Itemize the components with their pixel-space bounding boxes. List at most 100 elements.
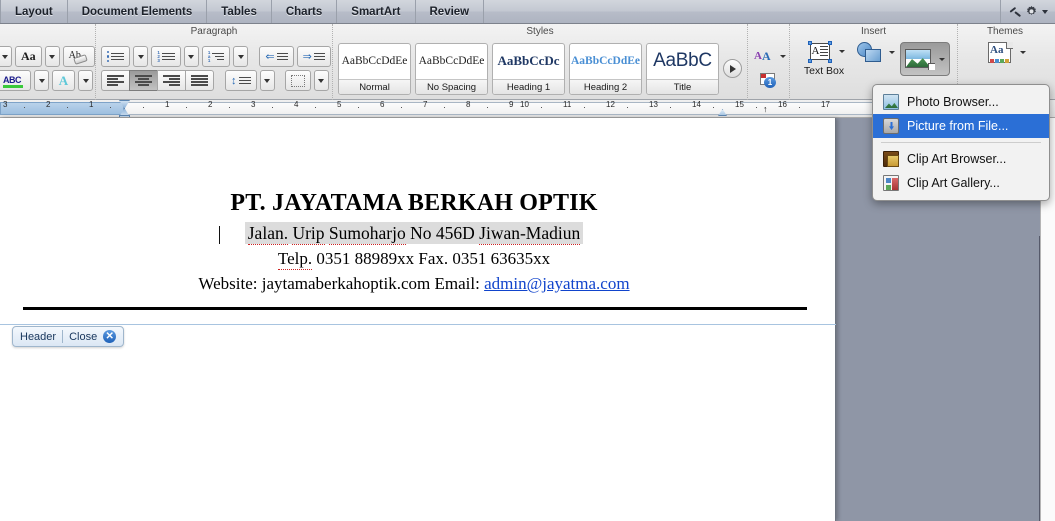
tab-review[interactable]: Review [416, 0, 485, 23]
ruler-tick: 17 [821, 100, 830, 109]
text-highlight-caret-button[interactable] [34, 70, 49, 91]
close-circle-icon[interactable]: ✕ [103, 330, 117, 343]
header-footer-toolbar[interactable]: Header Close ✕ [12, 326, 125, 347]
ruler-tick: 15 [735, 100, 744, 109]
themes-button[interactable]: Aa [984, 41, 1017, 63]
style-no-spacing[interactable]: AaBbCcDdEе No Spacing [415, 42, 488, 95]
ruler-tick: 7 [423, 100, 428, 109]
ruler-tick: 2 [46, 100, 51, 109]
menu-item-label: Clip Art Browser... [907, 152, 1007, 166]
wordart-button[interactable]: A A [751, 46, 777, 67]
email-hyperlink[interactable]: admin@jayatma.com [484, 274, 629, 293]
gear-dropdown-caret-icon[interactable] [1042, 9, 1048, 14]
style-normal[interactable]: AaBbCcDdEе Normal [338, 42, 411, 95]
tab-label: Document Elements [81, 5, 193, 18]
align-center-icon [135, 74, 152, 87]
menu-item-picture-from-file[interactable]: Picture from File... [873, 114, 1049, 138]
menu-item-clip-art-gallery[interactable]: Clip Art Gallery... [873, 171, 1049, 195]
insert-shape-button[interactable] [853, 42, 886, 63]
tab-layout[interactable]: Layout [0, 0, 68, 23]
tab-document-elements[interactable]: Document Elements [68, 0, 208, 23]
numbered-list-button[interactable]: 123 [151, 46, 181, 67]
multilevel-list-caret-button[interactable] [233, 46, 249, 67]
menu-item-label: Clip Art Gallery... [907, 176, 1000, 190]
style-heading-2[interactable]: AaBbCcDdEе Heading 2 [569, 42, 642, 95]
ruler-left-margin-band [0, 102, 124, 115]
font-color-caret-button[interactable] [78, 70, 93, 91]
tab-bar-spacer [484, 0, 1001, 23]
tab-charts[interactable]: Charts [272, 0, 338, 23]
line-spacing-caret-button[interactable] [259, 70, 275, 91]
borders-button[interactable] [284, 70, 311, 91]
gear-icon[interactable] [1025, 5, 1038, 18]
style-heading-1[interactable]: AaBbCcDс Heading 1 [492, 42, 565, 95]
ruler-tick: 1 [89, 100, 94, 109]
increase-indent-button[interactable]: ⇒ [296, 46, 331, 67]
picture-insert-menu[interactable]: Photo Browser... Picture from File... Cl… [872, 84, 1050, 201]
font-color-button[interactable]: A [52, 70, 75, 91]
address-part: Urip [292, 223, 325, 245]
chevron-right-icon [730, 64, 736, 73]
borders-caret-button[interactable] [313, 70, 329, 91]
chevron-up-icon[interactable] [1010, 7, 1021, 16]
group-title-font [0, 24, 95, 37]
ruler-tick: 8 [466, 100, 471, 109]
ruler-tab-stop-marker[interactable]: ↑ [763, 104, 768, 114]
group-title-paragraph: Paragraph [190, 26, 238, 37]
insert-text-box-button[interactable]: A [804, 40, 836, 63]
themes-caret-icon[interactable] [1020, 51, 1026, 54]
shapes-caret-icon[interactable] [889, 51, 895, 54]
font-size-caret-button[interactable] [0, 46, 12, 67]
change-case-caret-button[interactable] [44, 46, 60, 67]
insert-picture-button[interactable] [900, 42, 950, 76]
header-horizontal-rule [23, 307, 807, 310]
ruler-tick: 3 [251, 100, 256, 109]
telp-label: Telp. [277, 249, 313, 270]
menu-item-clip-art-browser[interactable]: Clip Art Browser... [873, 147, 1049, 171]
shapes-icon [856, 41, 883, 64]
text-insertion-caret [219, 226, 220, 244]
tab-label: Charts [285, 5, 323, 18]
tab-bar-controls [1001, 0, 1055, 23]
ribbon-tab-bar: Layout Document Elements Tables Charts S… [0, 0, 1055, 24]
style-title[interactable]: AaBbC Title [646, 42, 719, 95]
bulleted-list-caret-button[interactable] [133, 46, 149, 67]
ruler-tick: 4 [294, 100, 299, 109]
align-left-button[interactable] [101, 70, 129, 91]
clear-formatting-button[interactable]: Ab [62, 46, 95, 67]
group-body-wordart: A A 1 [748, 37, 789, 100]
document-page[interactable]: PT. JAYATAMA BERKAH OPTIK Jalan. Urip Su… [0, 118, 836, 521]
menu-item-photo-browser[interactable]: Photo Browser... [873, 90, 1049, 114]
text-box-label: Text Box [803, 65, 845, 77]
text-highlight-button[interactable]: ABC [0, 70, 31, 91]
justify-button[interactable] [185, 70, 214, 91]
insert-footnote-button[interactable]: 1 [756, 70, 781, 91]
text-box-control: A Text Box [795, 40, 853, 77]
bulleted-list-button[interactable] [101, 46, 131, 67]
group-title-themes: Themes [986, 26, 1024, 37]
tab-smartart[interactable]: SmartArt [337, 0, 416, 23]
picture-caret-icon[interactable] [939, 57, 945, 61]
decrease-indent-icon: ⇐ [265, 51, 288, 62]
align-right-icon [163, 74, 180, 87]
bulleted-list-icon [107, 50, 125, 63]
change-case-button[interactable]: Aa [15, 46, 42, 67]
numbered-list-caret-button[interactable] [183, 46, 199, 67]
close-header-label[interactable]: Close [69, 331, 97, 343]
ruler-tick: 14 [692, 100, 701, 109]
align-right-button[interactable] [157, 70, 185, 91]
telp-value: 0351 88989xx Fax. 0351 63635xx [316, 249, 551, 268]
decrease-indent-button[interactable]: ⇐ [259, 46, 294, 67]
tab-tables[interactable]: Tables [207, 0, 272, 23]
chevron-down-icon [49, 54, 56, 59]
wordart-caret-icon[interactable] [780, 55, 786, 58]
text-highlight-icon: ABC [3, 74, 25, 88]
line-spacing-button[interactable]: ↕ [225, 70, 257, 91]
styles-more-button[interactable] [723, 59, 742, 78]
header-region[interactable]: PT. JAYATAMA BERKAH OPTIK Jalan. Urip Su… [0, 118, 836, 324]
align-center-button[interactable] [129, 70, 157, 91]
multilevel-list-button[interactable]: 1a1 [201, 46, 231, 67]
group-title-wordart [748, 24, 789, 37]
text-box-caret-icon[interactable] [838, 50, 845, 53]
picture-control [900, 42, 950, 76]
